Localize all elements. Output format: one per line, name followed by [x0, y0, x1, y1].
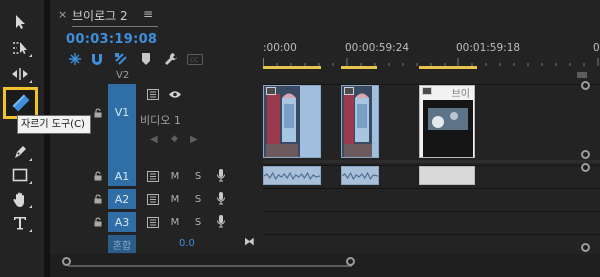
time-ruler[interactable]: :00:00 00:00:59:24 00:01:59:18 0	[263, 30, 600, 70]
audio-waveform	[342, 171, 378, 181]
clip-thumbnail	[264, 86, 320, 157]
nest-sequence-icon[interactable]	[66, 51, 84, 67]
keyframe-add-icon[interactable]: ◆	[171, 134, 178, 144]
microphone-icon[interactable]	[214, 191, 228, 205]
add-marker-icon[interactable]	[137, 51, 155, 67]
zoom-handle-left[interactable]	[62, 257, 71, 266]
fx-badge-icon	[344, 87, 354, 95]
mute-button[interactable]: M	[168, 169, 182, 183]
tool-tooltip: 자르기 도구(C)	[17, 115, 91, 134]
a1-track-target[interactable]: A1	[108, 166, 136, 186]
sync-lock-icon[interactable]	[146, 215, 160, 229]
fx-badge-icon	[266, 87, 276, 95]
track-lanes[interactable]: 브이	[263, 70, 600, 277]
snap-icon[interactable]	[88, 51, 106, 67]
svg-text:CC: CC	[190, 57, 198, 64]
audio-clip[interactable]	[341, 166, 379, 185]
linked-selection-icon[interactable]	[112, 51, 130, 67]
vertical-scroll-top[interactable]	[577, 72, 587, 78]
mute-button[interactable]: M	[168, 215, 182, 229]
lock-icon[interactable]	[93, 194, 103, 204]
tools-panel: 자르기 도구(C)	[0, 0, 91, 277]
captions-icon[interactable]: CC	[186, 51, 204, 67]
v1-track-target[interactable]: V1	[108, 84, 136, 172]
video-clip[interactable]	[263, 85, 321, 158]
panel-menu-icon[interactable]: ≡	[143, 7, 153, 21]
ripple-edit-tool-icon[interactable]	[6, 64, 34, 84]
track-select-tool-icon[interactable]	[6, 38, 34, 58]
close-tab-icon[interactable]: ×	[58, 8, 67, 21]
track-height-handle[interactable]	[581, 150, 590, 159]
microphone-icon[interactable]	[214, 214, 228, 228]
ruler-label: 00:00:59:24	[345, 42, 410, 54]
v1-track-name[interactable]: 비디오 1	[140, 112, 181, 128]
a3-track-target[interactable]: A3	[108, 212, 136, 232]
track-height-handle[interactable]	[581, 163, 590, 172]
rectangle-tool-icon[interactable]	[6, 165, 34, 185]
ruler-label: :00:00	[263, 42, 297, 54]
a2-track-target[interactable]: A2	[108, 189, 136, 209]
solo-button[interactable]: S	[191, 215, 205, 229]
clip-thumbnail	[342, 86, 378, 157]
track-headers: V2 V1 비디오 1 ◀ ◆ ▶ A1 M S A2 M S A3 M S 혼…	[50, 70, 263, 277]
keyframe-prev-icon[interactable]: ◀	[150, 134, 158, 145]
title-clip-text: 브이	[451, 89, 470, 100]
sync-lock-icon[interactable]	[146, 192, 160, 206]
lock-icon[interactable]	[93, 171, 103, 181]
mute-button[interactable]: M	[168, 192, 182, 206]
sequence-tab[interactable]: 브이로그 2	[72, 7, 128, 24]
lock-icon[interactable]	[93, 108, 103, 118]
playhead-timecode[interactable]: 00:03:19:08	[66, 32, 157, 47]
sync-lock-icon[interactable]	[146, 87, 160, 101]
fx-badge-icon	[422, 87, 432, 95]
solo-button[interactable]: S	[191, 169, 205, 183]
v2-track-label[interactable]: V2	[116, 70, 129, 81]
solo-button[interactable]: S	[191, 192, 205, 206]
go-to-end-icon[interactable]: ⧓	[244, 235, 255, 248]
wrench-icon[interactable]	[162, 51, 180, 67]
audio-waveform	[264, 171, 320, 181]
title-clip[interactable]: 브이	[419, 85, 475, 158]
ruler-label: 0	[593, 42, 600, 54]
mix-volume-value[interactable]: 0.0	[179, 238, 195, 249]
sync-lock-icon[interactable]	[146, 169, 160, 183]
lock-icon[interactable]	[93, 217, 103, 227]
hand-tool-icon[interactable]	[6, 189, 34, 209]
ruler-label: 00:01:59:18	[456, 42, 521, 54]
audio-clip[interactable]	[263, 166, 321, 185]
title-clip-audio-lane[interactable]	[419, 166, 475, 185]
work-area-bar[interactable]	[263, 66, 600, 69]
horizontal-scrollbar[interactable]	[50, 254, 600, 277]
track-height-handle[interactable]	[581, 81, 590, 90]
keyframe-next-icon[interactable]: ▶	[190, 134, 198, 145]
timeline-panel: × 브이로그 2 ≡ 00:03:19:08 CC :00:00 00:00:5…	[50, 0, 600, 277]
microphone-icon[interactable]	[214, 168, 228, 182]
mix-track-target[interactable]: 혼합	[108, 235, 136, 253]
track-height-handle[interactable]	[581, 243, 590, 252]
active-tab-indicator	[72, 26, 158, 27]
selection-tool-icon[interactable]	[6, 12, 34, 32]
type-tool-icon[interactable]	[6, 213, 34, 233]
pen-tool-icon[interactable]	[6, 142, 34, 162]
zoom-handle-right[interactable]	[346, 257, 355, 266]
video-clip[interactable]	[341, 85, 379, 158]
eye-icon[interactable]	[168, 87, 182, 101]
sequence-tab-row: × 브이로그 2 ≡	[50, 0, 600, 30]
ruler-ticks	[263, 58, 599, 66]
